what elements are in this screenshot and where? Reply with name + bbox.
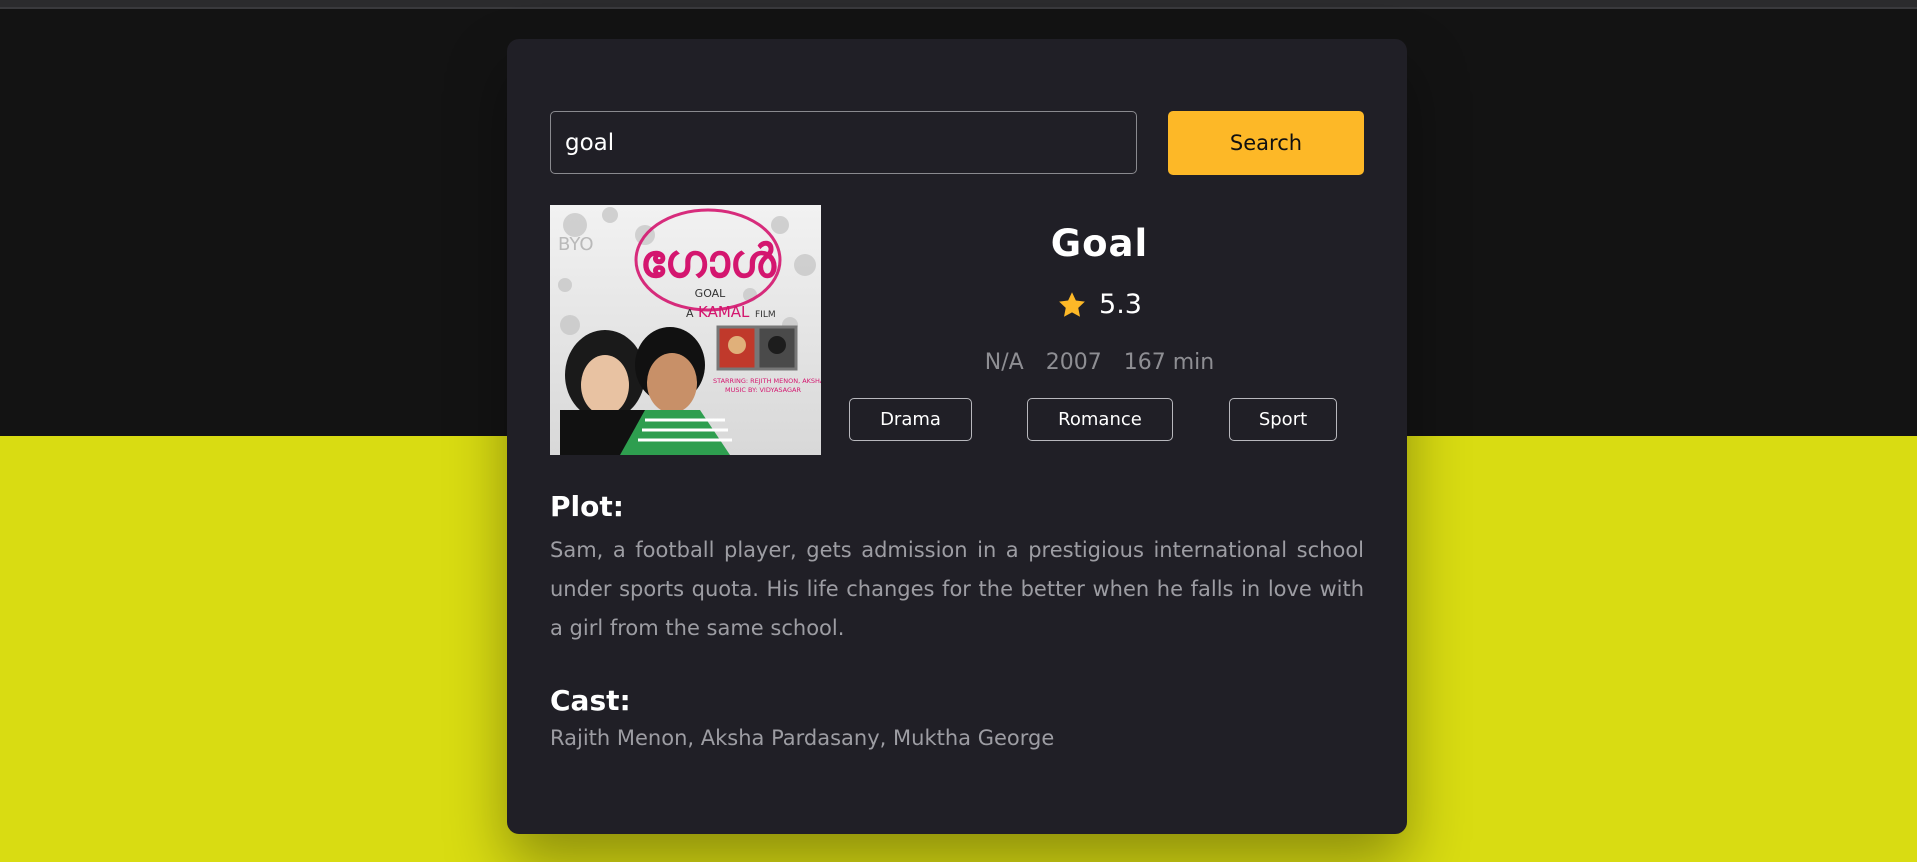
- cast-heading: Cast:: [550, 684, 631, 717]
- movie-card: Search BYO ഗോൾ GOAL A KAMAL FILM: [507, 39, 1407, 834]
- plot-heading: Plot:: [550, 490, 624, 523]
- rating-value: 5.3: [1099, 289, 1142, 320]
- poster-tagline-suffix: FILM: [755, 310, 776, 320]
- poster-music: MUSIC BY: VIDYASAGAR: [725, 386, 801, 394]
- svg-text:BYO: BYO: [558, 234, 594, 255]
- genre-tag-drama[interactable]: Drama: [849, 398, 972, 441]
- genre-tag-romance[interactable]: Romance: [1027, 398, 1173, 441]
- poster-director: KAMAL: [698, 303, 750, 321]
- movie-runtime: 167 min: [1123, 350, 1215, 375]
- movie-poster: BYO ഗോൾ GOAL A KAMAL FILM STARRING: REJI…: [550, 205, 821, 455]
- movie-year: 2007: [1045, 350, 1102, 375]
- movie-rating: 5.3: [852, 289, 1347, 320]
- poster-starring: STARRING: REJITH MENON, AKSHA: [713, 377, 821, 385]
- poster-title-malayalam: ഗോൾ: [640, 234, 777, 288]
- poster-tagline-prefix: A: [686, 307, 694, 320]
- poster-title-latin: GOAL: [695, 287, 727, 300]
- plot-text: Sam, a football player, gets admission i…: [550, 538, 1364, 640]
- movie-rated: N/A: [984, 350, 1024, 375]
- movie-title: Goal: [1050, 222, 1149, 265]
- star-icon: [1059, 291, 1085, 317]
- genre-tag-sport[interactable]: Sport: [1229, 398, 1337, 441]
- search-input[interactable]: [550, 111, 1137, 174]
- search-button[interactable]: Search: [1168, 111, 1364, 175]
- cast-text: Rajith Menon, Aksha Pardasany, Muktha Ge…: [550, 726, 1055, 750]
- movie-meta: N/A 2007 167 min: [852, 350, 1347, 375]
